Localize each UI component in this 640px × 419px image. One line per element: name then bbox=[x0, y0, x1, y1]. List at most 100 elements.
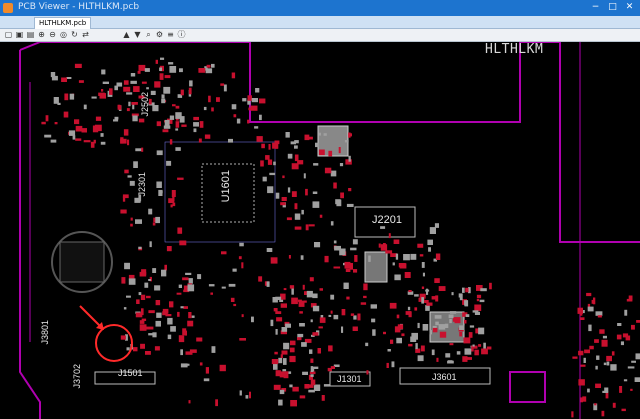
pad bbox=[135, 312, 143, 318]
pad bbox=[346, 296, 350, 300]
pad bbox=[417, 355, 424, 362]
layer-top-icon[interactable]: ▲ bbox=[122, 30, 131, 39]
pad bbox=[193, 116, 199, 121]
pad bbox=[100, 141, 106, 145]
pad bbox=[431, 296, 437, 300]
pad bbox=[304, 134, 310, 141]
pad bbox=[344, 261, 351, 269]
pad bbox=[152, 222, 156, 226]
pad bbox=[468, 332, 473, 338]
pad bbox=[283, 342, 290, 350]
pad bbox=[141, 81, 147, 84]
open-icon[interactable]: ▢ bbox=[4, 30, 13, 39]
pad bbox=[187, 284, 195, 292]
pad bbox=[266, 248, 273, 252]
pad bbox=[66, 77, 72, 79]
pad bbox=[141, 269, 147, 276]
flip-icon[interactable]: ⇄ bbox=[81, 30, 90, 39]
pad bbox=[203, 106, 207, 111]
pad bbox=[231, 104, 237, 110]
pad bbox=[249, 391, 251, 399]
net-icon[interactable]: ≡ bbox=[166, 30, 175, 39]
pad bbox=[290, 141, 296, 145]
pad bbox=[166, 246, 172, 252]
pad bbox=[305, 188, 308, 196]
tab-document[interactable]: HLTHLKM.pcb bbox=[34, 17, 92, 29]
pad bbox=[407, 306, 411, 311]
pad bbox=[294, 154, 299, 162]
find-icon[interactable]: ⌕ bbox=[144, 30, 153, 39]
pad bbox=[188, 278, 193, 284]
pad bbox=[127, 139, 130, 146]
pad bbox=[578, 379, 585, 386]
pad bbox=[318, 132, 321, 136]
pad bbox=[261, 143, 265, 149]
pad bbox=[177, 177, 184, 180]
pad bbox=[138, 246, 142, 250]
save-icon[interactable]: ▣ bbox=[15, 30, 24, 39]
pad bbox=[310, 374, 314, 377]
pad bbox=[617, 323, 622, 326]
close-button[interactable]: ✕ bbox=[623, 1, 636, 14]
pad bbox=[120, 209, 127, 214]
zoom-fit-icon[interactable]: ◎ bbox=[59, 30, 68, 39]
pad bbox=[211, 63, 215, 68]
pad bbox=[594, 339, 599, 343]
pad bbox=[69, 93, 75, 100]
pad bbox=[350, 313, 355, 316]
pad bbox=[606, 361, 610, 366]
pad bbox=[294, 226, 302, 230]
pad bbox=[154, 81, 161, 88]
pad bbox=[583, 357, 586, 363]
pad bbox=[415, 348, 421, 353]
pad bbox=[172, 104, 176, 107]
pad bbox=[185, 351, 193, 355]
pad bbox=[378, 243, 381, 248]
minimize-button[interactable]: − bbox=[589, 1, 602, 14]
pad bbox=[116, 82, 123, 87]
pad bbox=[196, 337, 203, 342]
pad bbox=[396, 314, 400, 319]
pad bbox=[456, 351, 461, 355]
pcb-canvas[interactable]: HLTHLKM U1601 J2201 J1301 J3601 J2301 J2… bbox=[0, 42, 640, 419]
rotate-icon[interactable]: ↻ bbox=[70, 30, 79, 39]
pad bbox=[44, 134, 52, 138]
pad bbox=[256, 136, 263, 142]
pad bbox=[415, 343, 418, 350]
pad bbox=[595, 365, 598, 370]
pad bbox=[205, 367, 209, 374]
pad bbox=[178, 284, 182, 288]
pad bbox=[577, 307, 583, 314]
pad bbox=[350, 247, 357, 251]
pad bbox=[64, 93, 69, 101]
settings-icon[interactable]: ⚙ bbox=[155, 30, 164, 39]
pad bbox=[233, 114, 237, 118]
pad bbox=[292, 386, 299, 392]
pad bbox=[432, 327, 438, 333]
pad bbox=[223, 84, 227, 92]
layer-bottom-icon[interactable]: ▼ bbox=[133, 30, 142, 39]
pad bbox=[603, 362, 607, 366]
pad bbox=[155, 216, 160, 224]
pad bbox=[414, 307, 418, 311]
pad bbox=[571, 411, 574, 418]
pad bbox=[330, 294, 335, 300]
pad bbox=[211, 107, 214, 112]
pad bbox=[298, 300, 305, 307]
pad bbox=[291, 191, 297, 197]
pad bbox=[431, 349, 435, 356]
pad bbox=[160, 57, 165, 60]
pad bbox=[290, 340, 296, 346]
info-icon[interactable]: ⓘ bbox=[177, 30, 186, 39]
zoom-in-icon[interactable]: ⊕ bbox=[37, 30, 46, 39]
maximize-button[interactable]: □ bbox=[606, 1, 619, 14]
pad bbox=[425, 289, 430, 292]
pad bbox=[124, 169, 129, 174]
pad bbox=[363, 295, 367, 299]
print-icon[interactable]: ▤ bbox=[26, 30, 35, 39]
pad bbox=[280, 303, 287, 308]
pad bbox=[338, 147, 341, 154]
pad bbox=[241, 314, 244, 318]
zoom-out-icon[interactable]: ⊖ bbox=[48, 30, 57, 39]
pad bbox=[483, 342, 486, 349]
